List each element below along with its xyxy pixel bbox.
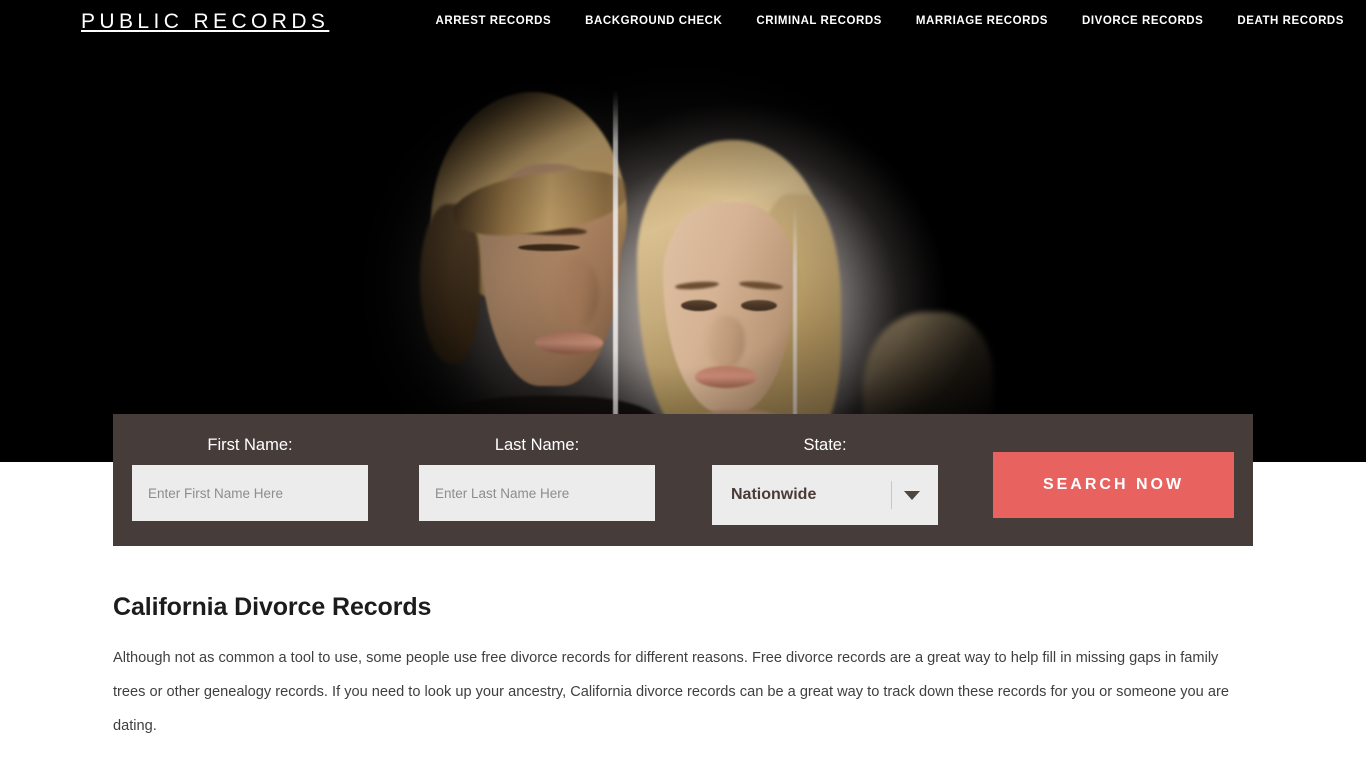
select-divider	[891, 481, 892, 509]
last-name-input[interactable]	[419, 465, 655, 521]
hero-figure-man-nose	[553, 256, 599, 328]
hero-mirror-seam	[613, 90, 618, 462]
state-select[interactable]: Nationwide	[712, 465, 938, 525]
nav-item-arrest-records[interactable]: ARREST RECORDS	[418, 14, 568, 29]
main-navigation: ARREST RECORDS BACKGROUND CHECK CRIMINAL…	[418, 14, 1366, 29]
search-now-button[interactable]: SEARCH NOW	[993, 452, 1234, 518]
site-header: PUBLIC RECORDS ARREST RECORDS BACKGROUND…	[0, 0, 1366, 44]
last-name-label: Last Name:	[494, 436, 580, 454]
record-search-form: First Name: Last Name: State: Nationwide…	[113, 414, 1253, 546]
intro-paragraph: Although not as common a tool to use, so…	[113, 650, 1229, 734]
main-content: California Divorce Records Although not …	[113, 590, 1253, 763]
nav-item-background-check[interactable]: BACKGROUND CHECK	[568, 14, 739, 29]
nav-item-death-records[interactable]: DEATH RECORDS	[1220, 14, 1366, 29]
first-name-field-group: First Name:	[132, 434, 368, 521]
nav-item-divorce-records[interactable]: DIVORCE RECORDS	[1065, 14, 1220, 29]
state-select-value: Nationwide	[731, 486, 817, 503]
nav-item-marriage-records[interactable]: MARRIAGE RECORDS	[899, 14, 1065, 29]
chevron-down-icon	[904, 491, 920, 500]
state-label: State:	[803, 436, 847, 454]
hero-banner	[0, 44, 1366, 462]
hero-figure-man-eye	[518, 244, 580, 251]
hero-figure-man-lips	[535, 332, 603, 354]
site-logo[interactable]: PUBLIC RECORDS	[81, 9, 329, 35]
hero-photo	[303, 44, 1063, 462]
last-name-field-group: Last Name:	[419, 434, 655, 521]
hero-figure-woman-lips	[695, 366, 757, 388]
hero-figure-woman-nose	[707, 316, 745, 368]
hero-figure-woman-eye-right	[741, 300, 777, 311]
first-name-input[interactable]	[132, 465, 368, 521]
page-title: California Divorce Records	[113, 593, 432, 621]
hero-figure-woman-eye-left	[681, 300, 717, 311]
state-field-group: State: Nationwide	[712, 434, 938, 525]
first-name-label: First Name:	[207, 436, 293, 454]
nav-item-criminal-records[interactable]: CRIMINAL RECORDS	[739, 14, 899, 29]
